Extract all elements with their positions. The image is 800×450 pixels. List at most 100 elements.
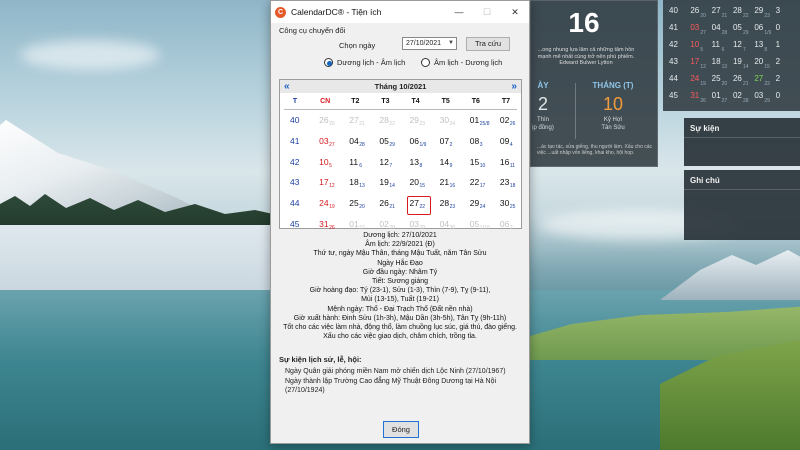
mini-lunar-day: 14 [742,64,749,70]
mini-day-cell[interactable]: 24 19 [690,74,711,91]
mini-day-cell[interactable]: 20 15 [754,57,775,74]
day-cell[interactable]: 12 7 [370,155,400,176]
mini-day-cell[interactable]: 04 28 [712,23,733,40]
close-button[interactable]: Đóng [383,421,419,438]
day-cell[interactable]: 29 24 [461,196,491,217]
day-cell[interactable]: 18 13 [340,175,370,196]
app-logo-icon: C [275,6,286,18]
selected-day-cell[interactable]: 27 22 [401,196,431,217]
mini-day-cell[interactable]: 27 21 [712,6,733,23]
calendar-grid: 40 26 20 27 21 28 22 29 23 30 24 01 25/8 02 26 41 03 27 04… [280,110,521,238]
mini-day-cell[interactable]: 02 28 [733,91,754,108]
lookup-button[interactable]: Tra cứu [466,37,510,51]
mini-day-cell[interactable]: 2 [776,74,797,91]
day-cell[interactable]: 15 10 [461,155,491,176]
solar-day: 26 [319,115,329,125]
day-cell[interactable]: 23 18 [491,175,521,196]
day-cell[interactable]: 14 9 [431,155,461,176]
today-lunar-month: 10 [602,94,624,114]
events-widget[interactable]: Sự kiện [684,118,800,166]
today-widget[interactable]: 16 ...ong nhung lựa lâm cả những tâm hồn… [530,0,658,167]
solar-day: 18 [349,177,359,188]
lunar-day: 21 [359,121,365,127]
mini-day-cell[interactable]: 03 29 [754,91,775,108]
day-cell[interactable]: 26 21 [370,196,400,217]
date-picker[interactable]: 27/10/2021 ▼ [402,37,457,50]
day-cell[interactable]: 10 5 [310,155,340,176]
radio-solar-to-lunar[interactable]: Dương lịch - Âm lịch [324,58,405,67]
prev-month-button[interactable]: « [284,81,290,93]
mini-day-cell[interactable]: 27 22 [754,74,775,91]
mini-day-cell[interactable]: 03 27 [690,23,711,40]
mini-day-cell[interactable]: 10 5 [690,40,711,57]
day-cell[interactable]: 27 21 [340,113,370,134]
day-cell[interactable]: 16 11 [491,155,521,176]
radio-dot-selected[interactable] [324,58,333,67]
month-widget[interactable]: 40 26 20 27 21 28 22 29 23 3 41 03 27 04 28 05 29 06 1/9 0 4… [663,0,800,111]
maximize-button[interactable]: ☐ [473,1,501,23]
mini-day-cell[interactable]: 2 [776,57,797,74]
day-cell[interactable]: 02 26 [491,113,521,134]
mini-day-cell[interactable]: 13 8 [754,40,775,57]
mini-day-cell[interactable]: 0 [776,91,797,108]
solar-day: 01 [349,218,359,229]
solar-day: 07 [439,135,450,146]
radio-dot[interactable] [421,58,430,67]
mini-day-cell[interactable]: 11 6 [712,40,733,57]
day-cell[interactable]: 30 24 [431,113,461,134]
day-cell[interactable]: 06 1/9 [401,134,431,155]
mini-day-cell[interactable]: 3 [776,6,797,23]
title-bar[interactable]: C CalendarDC® - Tiện ích — ☐ ✕ [271,1,529,23]
mini-day-cell[interactable]: 1 [776,40,797,57]
mini-lunar-day: 27 [721,98,728,104]
day-cell[interactable]: 30 25 [491,196,521,217]
mini-day-cell[interactable]: 26 21 [733,74,754,91]
mini-day-cell[interactable]: 12 7 [733,40,754,57]
day-cell[interactable]: 25 20 [340,196,370,217]
mini-day-cell[interactable]: 25 20 [712,74,733,91]
radio-lunar-to-solar[interactable]: Âm lịch - Dương lịch [421,58,502,67]
day-cell[interactable]: 07 2 [431,134,461,155]
mini-day-cell[interactable]: 06 1/9 [754,23,775,40]
mini-day-cell[interactable]: 0 [776,23,797,40]
mini-day-cell[interactable]: 29 23 [754,6,775,23]
day-cell[interactable]: 11 6 [340,155,370,176]
day-cell[interactable]: 08 3 [461,134,491,155]
mini-lunar-day: 7 [742,47,746,53]
mini-day-cell[interactable]: 28 22 [733,6,754,23]
day-cell[interactable]: 21 16 [431,175,461,196]
day-cell[interactable]: 04 28 [340,134,370,155]
day-cell[interactable]: 03 27 [310,134,340,155]
day-cell[interactable]: 13 8 [401,155,431,176]
mini-day-cell[interactable]: 17 12 [690,57,711,74]
minimize-button[interactable]: — [445,1,473,23]
day-cell[interactable]: 28 23 [431,196,461,217]
mini-day-cell[interactable]: 05 29 [733,23,754,40]
day-cell[interactable]: 09 4 [491,134,521,155]
solar-day: 14 [439,156,450,167]
day-cell[interactable]: 26 20 [310,113,340,134]
day-cell[interactable]: 29 23 [401,113,431,134]
day-cell[interactable]: 01 25/8 [461,113,491,134]
close-window-button[interactable]: ✕ [501,1,529,23]
day-cell[interactable]: 17 12 [310,175,340,196]
chevron-down-icon[interactable]: ▼ [448,38,454,49]
mini-day-cell[interactable]: 26 20 [690,6,711,23]
mini-lunar-day: 22 [742,13,749,19]
day-cell[interactable]: 24 19 [310,196,340,217]
mini-day-cell[interactable]: 01 27 [712,91,733,108]
mini-lunar-day: 28 [721,30,728,36]
day-cell[interactable]: 20 15 [401,175,431,196]
day-info-line: Ngày Hắc Đạo [377,259,423,267]
day-cell[interactable]: 05 29 [370,134,400,155]
next-month-button[interactable]: » [511,81,517,93]
mini-day-cell[interactable]: 19 14 [733,57,754,74]
calendar-week-row: 42 10 5 11 6 12 7 13 8 14 9 15 10 16 11 [280,155,521,176]
notes-widget[interactable]: Ghi chú [684,170,800,240]
day-cell[interactable]: 28 22 [370,113,400,134]
mini-day-cell[interactable]: 18 13 [712,57,733,74]
day-cell[interactable]: 19 14 [370,175,400,196]
day-cell[interactable]: 22 17 [461,175,491,196]
mini-day-cell[interactable]: 31 26 [690,91,711,108]
mini-solar-day: 11 [711,40,720,49]
